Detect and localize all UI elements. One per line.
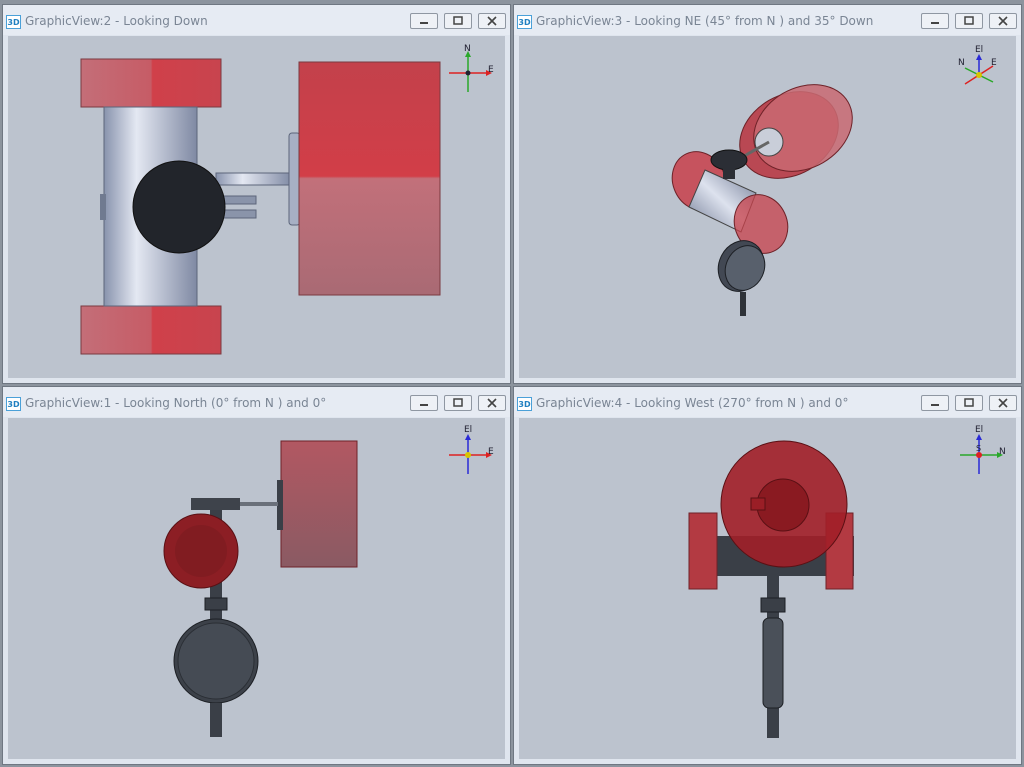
coupling bbox=[204, 597, 228, 611]
lower-stem bbox=[210, 703, 222, 737]
minimize-button[interactable] bbox=[410, 13, 438, 29]
model-view-north: El E bbox=[163, 425, 494, 737]
red-enclosure bbox=[298, 61, 441, 296]
close-button[interactable] bbox=[478, 13, 506, 29]
title-bar[interactable]: 3D GraphicView:4 - Looking West (270° fr… bbox=[514, 387, 1021, 417]
graphic-viewport[interactable]: N E bbox=[8, 36, 505, 378]
box-flange bbox=[288, 132, 301, 226]
graphic-viewport[interactable]: El E bbox=[8, 418, 505, 759]
3d-app-icon: 3D bbox=[517, 397, 532, 411]
window-title: GraphicView:2 - Looking Down bbox=[25, 14, 208, 28]
red-enclosure bbox=[739, 84, 853, 179]
flange-inner bbox=[175, 525, 227, 577]
minimize-icon bbox=[420, 404, 428, 406]
minimize-icon bbox=[420, 22, 428, 24]
triad-left-label: N bbox=[958, 58, 965, 68]
orientation-triad: El N E bbox=[958, 45, 997, 85]
model-view-isometric: El N E bbox=[671, 45, 997, 316]
3d-app-icon: 3D bbox=[6, 397, 21, 411]
maximize-button[interactable] bbox=[955, 13, 983, 29]
triad-right-label: E bbox=[488, 447, 494, 457]
minimize-button[interactable] bbox=[921, 395, 949, 411]
window-title: GraphicView:1 - Looking North (0° from N… bbox=[25, 396, 327, 410]
orientation-triad: N E bbox=[449, 44, 494, 92]
maximize-icon bbox=[453, 398, 463, 407]
stem-bracket-b bbox=[221, 209, 257, 219]
model-view-top: N E bbox=[80, 44, 494, 355]
triad-right-label: E bbox=[991, 58, 997, 68]
side-tab bbox=[100, 194, 106, 220]
triad-right-label: E bbox=[488, 65, 494, 75]
orientation-triad: El S N bbox=[960, 425, 1006, 474]
close-icon bbox=[487, 398, 497, 408]
triad-right-label: N bbox=[999, 447, 1006, 457]
minimize-icon bbox=[931, 404, 939, 406]
actuator-edge bbox=[762, 617, 784, 709]
triad-up-label: El bbox=[464, 425, 472, 435]
3d-app-icon: 3D bbox=[6, 15, 21, 29]
maximize-button[interactable] bbox=[444, 395, 472, 411]
window-title: GraphicView:4 - Looking West (270° from … bbox=[536, 396, 849, 410]
model-view-west: El S N bbox=[688, 425, 1006, 738]
actuator-top bbox=[132, 160, 226, 254]
close-icon bbox=[487, 16, 497, 26]
minimize-button[interactable] bbox=[410, 395, 438, 411]
maximize-button[interactable] bbox=[955, 395, 983, 411]
triad-up-label: El bbox=[975, 45, 983, 55]
graphic-view-3-window[interactable]: 3D GraphicView:3 - Looking NE (45° from … bbox=[513, 4, 1022, 384]
graphic-view-2-window[interactable]: 3D GraphicView:2 - Looking Down N E bbox=[2, 4, 511, 384]
close-button[interactable] bbox=[989, 395, 1017, 411]
orientation-triad: El E bbox=[449, 425, 494, 474]
close-icon bbox=[998, 398, 1008, 408]
close-button[interactable] bbox=[478, 395, 506, 411]
window-title: GraphicView:3 - Looking NE (45° from N )… bbox=[536, 14, 874, 28]
close-button[interactable] bbox=[989, 13, 1017, 29]
stem-bracket-a bbox=[221, 195, 257, 205]
stem-shaft bbox=[215, 172, 293, 186]
maximize-icon bbox=[964, 16, 974, 25]
flange-left bbox=[688, 512, 718, 590]
close-icon bbox=[998, 16, 1008, 26]
graphic-view-4-window[interactable]: 3D GraphicView:4 - Looking West (270° fr… bbox=[513, 386, 1022, 765]
maximize-icon bbox=[964, 398, 974, 407]
title-bar[interactable]: 3D GraphicView:1 - Looking North (0° fro… bbox=[3, 387, 510, 417]
minimize-icon bbox=[931, 22, 939, 24]
triad-up-label: N bbox=[464, 44, 471, 54]
triad-up-label: El bbox=[975, 425, 983, 435]
graphic-viewport[interactable]: El N E bbox=[519, 36, 1016, 378]
flange-bottom bbox=[80, 305, 222, 355]
red-enclosure bbox=[280, 440, 358, 568]
flange-top bbox=[80, 58, 222, 108]
graphic-view-1-window[interactable]: 3D GraphicView:1 - Looking North (0° fro… bbox=[2, 386, 511, 765]
title-bar[interactable]: 3D GraphicView:3 - Looking NE (45° from … bbox=[514, 5, 1021, 35]
minimize-button[interactable] bbox=[921, 13, 949, 29]
coupling bbox=[760, 597, 786, 613]
title-bar[interactable]: 3D GraphicView:2 - Looking Down bbox=[3, 5, 510, 35]
graphic-viewport[interactable]: El S N bbox=[519, 418, 1016, 759]
maximize-icon bbox=[453, 16, 463, 25]
maximize-button[interactable] bbox=[444, 13, 472, 29]
stem-shaft bbox=[240, 502, 278, 506]
stem-head bbox=[191, 498, 240, 510]
boss-tab bbox=[750, 497, 766, 511]
triad-center-label: S bbox=[976, 444, 981, 453]
3d-app-icon: 3D bbox=[517, 15, 532, 29]
actuator-disc-inner bbox=[177, 622, 255, 700]
